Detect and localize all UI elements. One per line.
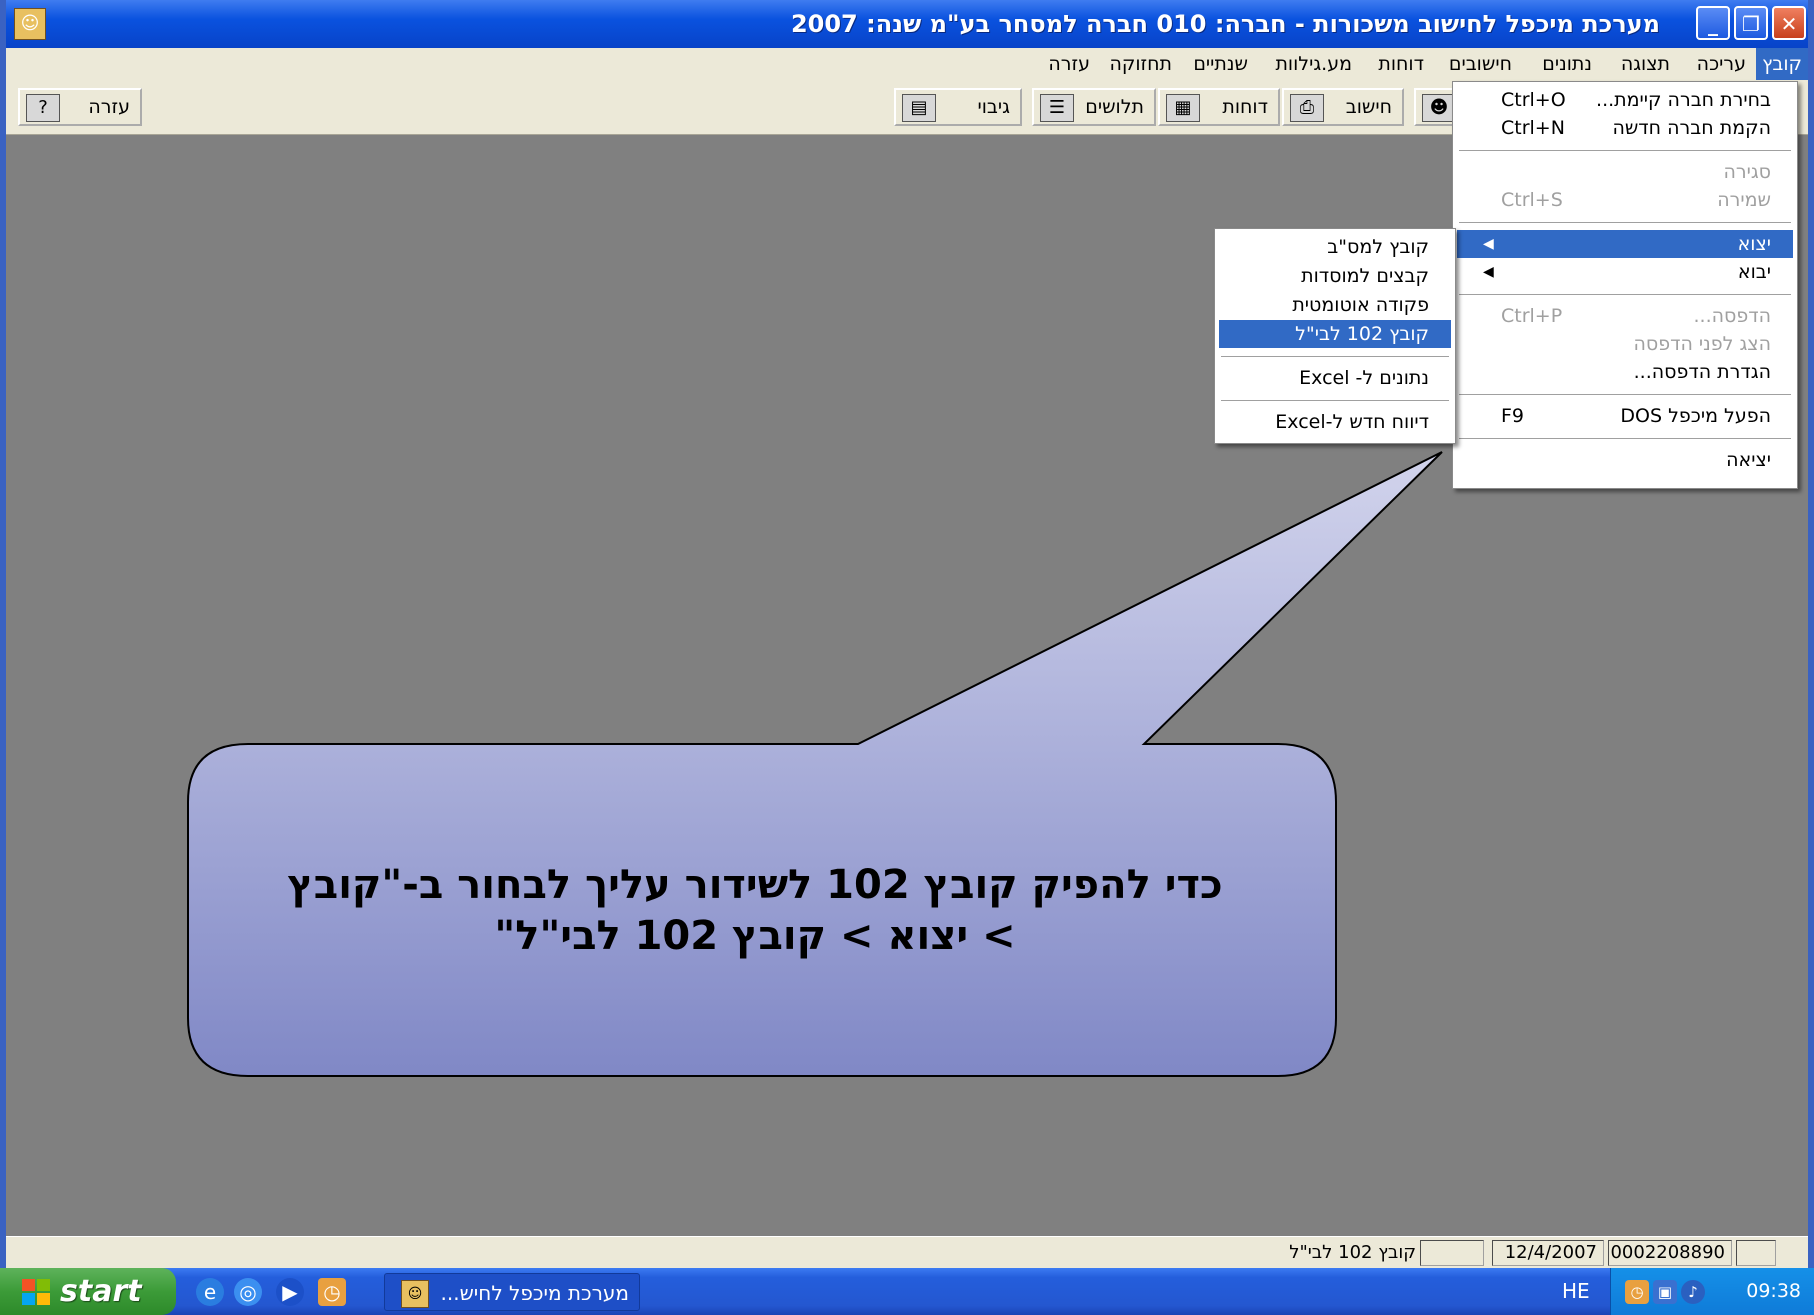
- taskbar: start e ◎ ▶ ◷ ☺ מערכת מיכפל לחיש... HE ◷…: [0, 1268, 1814, 1315]
- tray-speaker-icon[interactable]: ♪: [1681, 1280, 1705, 1304]
- callout-line-2: > יצוא > קובץ 102 לבי"ל": [494, 913, 1016, 959]
- desktop: ☺ מערכת מיכפל לחישוב משכורות - חברה: 010…: [0, 0, 1814, 1315]
- status-message: קובץ 102 לבי"ל: [1289, 1242, 1416, 1263]
- tray-network-icon[interactable]: ▣: [1653, 1280, 1677, 1304]
- media-player-icon[interactable]: ▶: [276, 1278, 304, 1306]
- windows-logo-icon: [22, 1279, 50, 1305]
- status-field-end: [1736, 1240, 1776, 1266]
- app-icon: ☺: [401, 1280, 429, 1308]
- status-bar: 12/4/2007 0002208890 קובץ 102 לבי"ל: [6, 1236, 1808, 1269]
- status-field-blank: [1420, 1240, 1484, 1266]
- start-button[interactable]: start: [0, 1268, 176, 1315]
- language-indicator[interactable]: HE: [1562, 1268, 1590, 1315]
- taskbar-item-app[interactable]: ☺ מערכת מיכפל לחיש...: [384, 1273, 640, 1311]
- system-tray: ◷ ▣ ♪ 09:38: [1610, 1268, 1814, 1315]
- ie-icon[interactable]: e: [196, 1278, 224, 1306]
- browser-icon[interactable]: ◎: [234, 1278, 262, 1306]
- status-code: 0002208890: [1608, 1240, 1732, 1266]
- clock: 09:38: [1746, 1280, 1801, 1302]
- callout-text: כדי להפיק קובץ 102 לשידור עליך לבחור ב-"…: [200, 860, 1310, 962]
- tray-clock-icon[interactable]: ◷: [1625, 1280, 1649, 1304]
- callout-bubble: [187, 451, 1443, 1077]
- status-date: 12/4/2007: [1492, 1240, 1604, 1266]
- callout-line-1: כדי להפיק קובץ 102 לשידור עליך לבחור ב-"…: [287, 862, 1223, 908]
- clock-app-icon[interactable]: ◷: [318, 1278, 346, 1306]
